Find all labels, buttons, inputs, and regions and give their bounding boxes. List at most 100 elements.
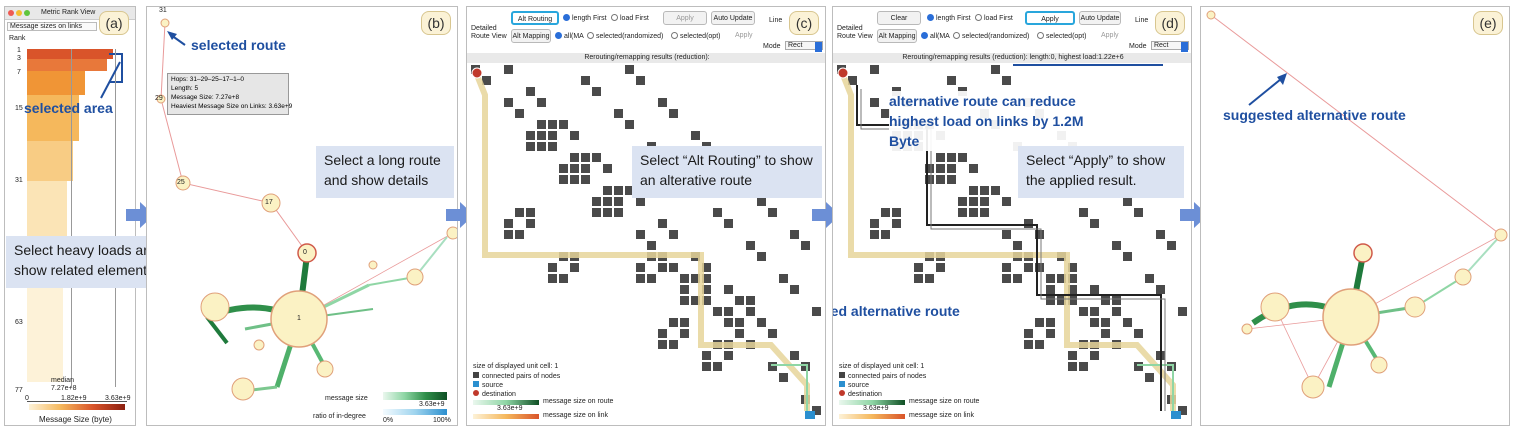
auto-update-button[interactable]: Auto Update bbox=[1079, 11, 1121, 25]
clear-button[interactable]: Clear bbox=[877, 11, 921, 25]
network-graph[interactable] bbox=[1201, 7, 1510, 426]
matrix-cell bbox=[680, 318, 689, 327]
matrix-cell bbox=[559, 164, 568, 173]
legend-source: source bbox=[473, 381, 503, 389]
panel-e-route-graph: (e) suggested alternative route bbox=[1200, 6, 1510, 426]
matrix-cell bbox=[713, 307, 722, 316]
matrix-cell bbox=[526, 87, 535, 96]
graph-node bbox=[1353, 243, 1373, 263]
callout-d: Select “Apply” to show the applied resul… bbox=[1018, 146, 1184, 198]
close-dot-icon[interactable] bbox=[8, 10, 14, 16]
apply-button[interactable]: Apply bbox=[663, 11, 707, 25]
matrix-cell bbox=[570, 131, 579, 140]
node-label: 25 bbox=[177, 179, 185, 186]
option-label: all(MA bbox=[564, 33, 584, 40]
length-first-option[interactable]: length First bbox=[563, 14, 607, 22]
legend-destination: destination bbox=[473, 390, 516, 398]
all-ma-option[interactable]: all(MA bbox=[555, 32, 584, 40]
matrix-cell bbox=[1079, 307, 1088, 316]
graph-node bbox=[1241, 323, 1253, 335]
alt-mapping-button[interactable]: Alt Mapping bbox=[511, 29, 551, 43]
legend-link-label: message size on link bbox=[543, 412, 608, 419]
apply-mapping-button[interactable]: Apply bbox=[1101, 32, 1119, 39]
selected-random-option[interactable]: selected(randomized) bbox=[953, 32, 1029, 40]
matrix-cell bbox=[801, 362, 810, 371]
apply-mapping-button[interactable]: Apply bbox=[735, 32, 753, 39]
selected-area-pointer bbox=[100, 61, 121, 99]
matrix-cell bbox=[1079, 362, 1088, 371]
selected-opt-option[interactable]: selected(opt) bbox=[1037, 32, 1086, 40]
legend-connected: connected pairs of nodes bbox=[473, 372, 560, 380]
size-color-scale bbox=[29, 404, 125, 410]
alt-routing-button[interactable]: Alt Routing bbox=[511, 11, 559, 25]
reduce-load-annotation: alternative route can reduce highest loa… bbox=[889, 91, 1117, 151]
matrix-cell bbox=[570, 164, 579, 173]
matrix-cell bbox=[991, 65, 1000, 74]
selected-opt-option[interactable]: selected(opt) bbox=[671, 32, 720, 40]
alt-mapping-button[interactable]: Alt Mapping bbox=[877, 29, 917, 43]
legend-text: source bbox=[848, 382, 870, 389]
destination-marker bbox=[837, 67, 849, 79]
network-graph[interactable] bbox=[147, 7, 458, 426]
matrix-cell bbox=[691, 131, 700, 140]
matrix-cell bbox=[724, 285, 733, 294]
route-view-label: Detailed Route View bbox=[837, 25, 873, 40]
load-first-option[interactable]: load First bbox=[975, 14, 1013, 22]
matrix-cell bbox=[947, 76, 956, 85]
matrix-cell bbox=[958, 197, 967, 206]
square-icon bbox=[473, 372, 479, 378]
radio-icon bbox=[927, 14, 934, 21]
metric-dropdown[interactable]: Message sizes on links bbox=[7, 22, 97, 31]
load-first-option[interactable]: load First bbox=[611, 14, 649, 22]
matrix-cell bbox=[1013, 241, 1022, 250]
matrix-cell bbox=[548, 142, 557, 151]
all-ma-option[interactable]: all(MA bbox=[921, 32, 950, 40]
matrix-cell bbox=[680, 285, 689, 294]
matrix-cell bbox=[592, 153, 601, 162]
matrix-cell bbox=[746, 296, 755, 305]
length-first-option[interactable]: length First bbox=[927, 14, 971, 22]
matrix-cell bbox=[746, 241, 755, 250]
graph-node bbox=[1206, 10, 1216, 20]
mode-select[interactable]: Rect bbox=[785, 41, 823, 52]
matrix-cell bbox=[936, 153, 945, 162]
matrix-cell bbox=[958, 153, 967, 162]
minimize-dot-icon[interactable] bbox=[16, 10, 22, 16]
route-link-line bbox=[1137, 364, 1174, 411]
matrix-cell bbox=[636, 274, 645, 283]
route-view-label: Detailed Route View bbox=[471, 25, 507, 40]
apply-button[interactable]: Apply bbox=[1025, 11, 1075, 25]
callout-c: Select “Alt Routing” to show an alterati… bbox=[632, 146, 822, 198]
line-label: Line bbox=[1135, 17, 1149, 24]
matrix-cell bbox=[724, 351, 733, 360]
select-arrow-icon bbox=[815, 42, 822, 52]
matrix-cell bbox=[1068, 351, 1077, 360]
rank-tick: 31 bbox=[15, 177, 23, 184]
legend-route-label: message size on route bbox=[543, 398, 614, 405]
radio-icon bbox=[1037, 32, 1044, 39]
matrix-cell bbox=[870, 98, 879, 107]
matrix-cell bbox=[870, 65, 879, 74]
legend-cell-size: size of displayed unit cell: 1 bbox=[839, 363, 925, 370]
matrix-cell bbox=[1090, 285, 1099, 294]
option-label: selected(randomized) bbox=[962, 33, 1030, 40]
tooltip-heaviest: Heaviest Message Size on Links: 3.63e+9 bbox=[171, 103, 293, 110]
matrix-cell bbox=[1145, 373, 1154, 382]
matrix-cell bbox=[515, 208, 524, 217]
suggested-route-annotation: suggested alternative route bbox=[1223, 107, 1406, 123]
auto-update-button[interactable]: Auto Update bbox=[711, 11, 755, 25]
tooltip-message-size: Message Size: 7.27e+8 bbox=[171, 94, 240, 101]
matrix-cell bbox=[526, 208, 535, 217]
legend-text: destination bbox=[848, 391, 882, 398]
matrix-cell bbox=[1013, 274, 1022, 283]
mode-select[interactable]: Rect bbox=[1151, 41, 1189, 52]
graph-node bbox=[200, 292, 230, 322]
selected-random-option[interactable]: selected(randomized) bbox=[587, 32, 663, 40]
radio-icon bbox=[953, 32, 960, 39]
matrix-cell bbox=[1046, 318, 1055, 327]
rank-tick: 77 bbox=[15, 387, 23, 394]
graph-node bbox=[446, 226, 457, 240]
maximize-dot-icon[interactable] bbox=[24, 10, 30, 16]
matrix-cell bbox=[969, 186, 978, 195]
matrix-cell bbox=[969, 197, 978, 206]
